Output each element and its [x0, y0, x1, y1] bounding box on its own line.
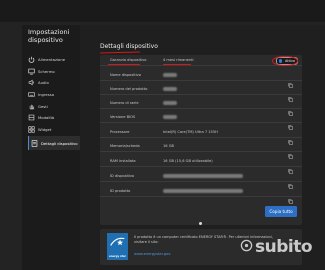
annotation-underline-warranty-value — [163, 64, 191, 65]
row-value: 16 GB — [163, 143, 174, 148]
annotation-underline-warranty — [108, 64, 140, 65]
redacted-value — [163, 188, 243, 193]
widget-icon — [28, 125, 35, 133]
sidebar-item-audio[interactable]: Audio — [28, 77, 80, 87]
sidebar-item-label: Modalità — [38, 114, 55, 120]
app-title: Impostazioni dispositivo — [28, 28, 70, 44]
keyboard-icon — [28, 91, 35, 98]
sidebar-item-ingresso[interactable]: Ingresso — [28, 89, 80, 99]
redacted-value — [163, 114, 177, 119]
table-row: Memoria/scheda 16 GB — [100, 141, 302, 159]
table-row: Versione BIOS — [100, 112, 302, 130]
redacted-value — [163, 86, 177, 91]
sidebar-item-label: Widget — [38, 126, 52, 132]
table-row: Numero del prodotto — [100, 84, 302, 102]
energy-star-link[interactable]: www.energystar.gov — [134, 252, 171, 256]
copy-icon[interactable] — [288, 73, 293, 88]
copy-icon[interactable] — [288, 159, 293, 174]
power-icon — [28, 56, 35, 63]
sidebar-item-label: Ingresso — [38, 91, 55, 97]
sidebar-item-gesti[interactable]: Gesti — [28, 101, 80, 111]
copy-icon[interactable] — [288, 174, 293, 189]
row-label: RAM installata — [110, 158, 136, 163]
device-details-panel: Garanzia dispositivo 4 mesi rimanenti At… — [100, 55, 302, 225]
copy-all-button[interactable]: Copia tutto — [265, 206, 297, 217]
sidebar-item-dettagli-dispositivo[interactable]: Dettagli dispositivo — [28, 136, 83, 150]
sidebar-item-label: Gesti — [38, 103, 48, 109]
page-title: Dettagli dispositivo — [100, 43, 158, 50]
row-label: Versione BIOS — [110, 114, 136, 119]
copy-icon[interactable] — [288, 101, 293, 116]
row-value: 16 GB (15,6 GB utilizzabile) — [163, 158, 213, 163]
redacted-value — [163, 100, 177, 105]
row-label: ID prodotto — [110, 188, 131, 193]
energy-star-logo: energy star — [107, 233, 128, 260]
device-details-icon — [31, 139, 38, 147]
sidebar-item-label: Alimentazione — [38, 56, 66, 62]
copy-icon[interactable] — [288, 189, 293, 204]
subito-logo-icon — [240, 239, 253, 252]
row-label: Memoria/scheda — [110, 143, 140, 148]
sidebar-item-modalita[interactable]: Modalità — [28, 112, 80, 122]
title-bar — [0, 0, 325, 22]
watermark: subito — [255, 237, 313, 257]
sidebar-item-schermo[interactable]: Schermo — [28, 66, 80, 76]
row-label: Numero del prodotto — [110, 86, 148, 91]
annotation-circle — [272, 55, 298, 67]
copy-icon[interactable] — [288, 115, 293, 130]
sidebar-item-widget[interactable]: Widget — [28, 124, 80, 134]
row-label: Processore — [110, 129, 130, 134]
energy-star-badge-text: energy star — [109, 255, 126, 258]
redacted-value — [163, 72, 177, 77]
sidebar-item-label: Schermo — [38, 68, 55, 74]
table-row: Numero di serie — [100, 98, 302, 116]
row-label: ID dispositivo — [110, 173, 135, 178]
row-label: Nome dispositivo — [110, 72, 141, 77]
row-value: 4 mesi rimanenti — [163, 57, 194, 62]
speaker-icon — [28, 79, 35, 86]
table-row: ID prodotto — [100, 186, 302, 204]
sidebar-item-label: Dettagli dispositivo — [41, 140, 78, 146]
sidebar-item-label: Audio — [38, 79, 49, 85]
row-label: Garanzia dispositivo — [110, 57, 147, 62]
redacted-value — [163, 173, 243, 178]
copy-icon[interactable] — [288, 87, 293, 102]
copy-icon[interactable] — [288, 144, 293, 159]
mode-icon — [28, 114, 35, 121]
settings-screen: Impostazioni dispositivo Alimentazione S… — [0, 0, 325, 270]
row-value: Intel(R) Core(TM) Ultra 7 155H — [163, 129, 218, 134]
sidebar-item-alimentazione[interactable]: Alimentazione — [28, 54, 80, 64]
energy-star-icon — [110, 237, 125, 246]
scroll-indicator — [199, 222, 202, 225]
table-row: Nome dispositivo — [100, 70, 302, 88]
table-row: RAM installata 16 GB (15,6 GB utilizzabi… — [100, 156, 302, 174]
copy-icon[interactable] — [288, 130, 293, 145]
hand-icon — [28, 103, 35, 110]
table-row: ID dispositivo — [100, 171, 302, 189]
row-label: Numero di serie — [110, 100, 139, 105]
table-row: Processore Intel(R) Core(TM) Ultra 7 155… — [100, 127, 302, 145]
monitor-icon — [28, 68, 35, 75]
